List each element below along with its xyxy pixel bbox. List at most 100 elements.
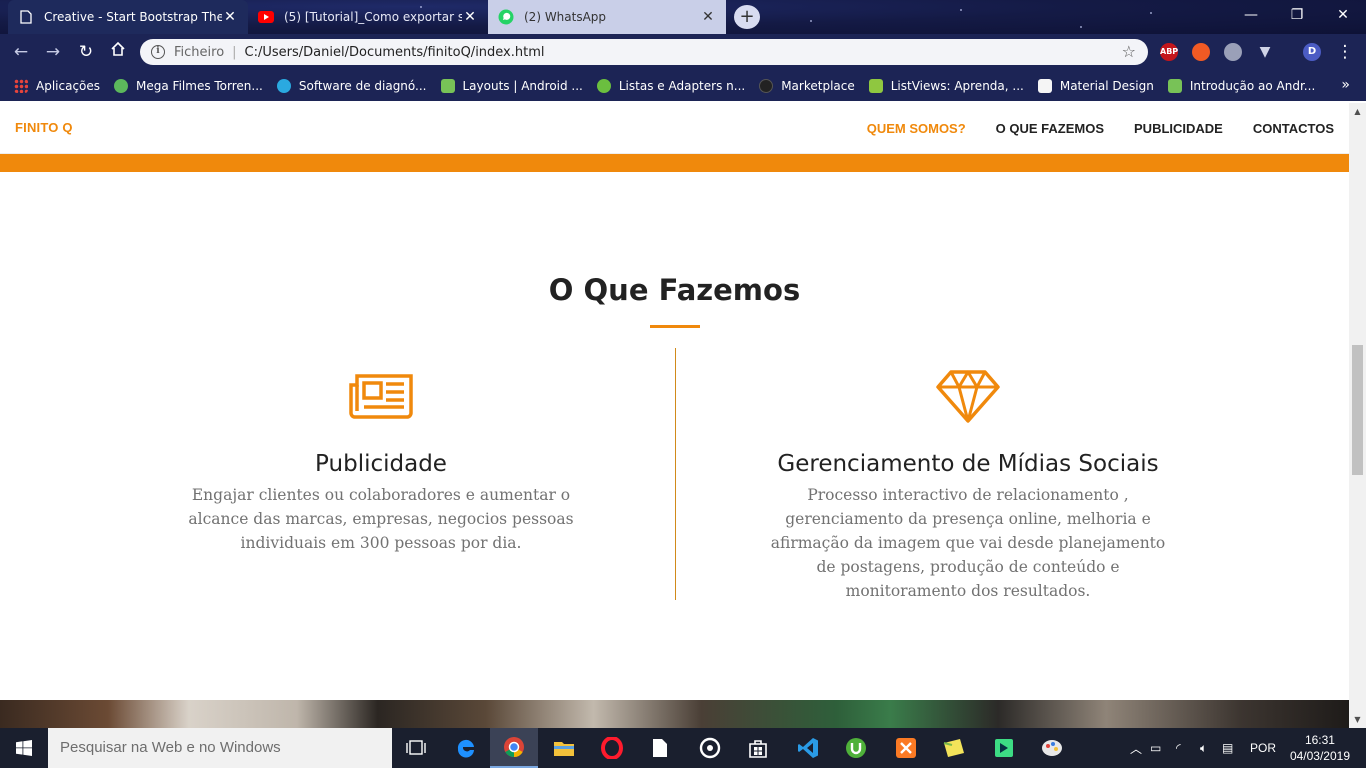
home-button[interactable] [107, 41, 129, 63]
skype-icon[interactable] [1224, 43, 1242, 61]
edge-icon[interactable] [442, 728, 490, 768]
maximize-button[interactable]: ❐ [1274, 0, 1320, 30]
android-icon [1167, 78, 1182, 93]
section-title: O Que Fazemos [548, 273, 801, 307]
newspaper-icon [186, 368, 576, 424]
chrome-icon[interactable] [490, 728, 538, 768]
taskbar-clock[interactable]: 16:31 04/03/2019 [1290, 732, 1350, 764]
address-bar[interactable]: i Ficheiro | C:/Users/Daniel/Documents/f… [140, 39, 1148, 65]
tab-creative[interactable]: Creative - Start Bootstrap Theme ✕ [8, 0, 248, 34]
m-logo-icon [276, 78, 291, 93]
address-url[interactable]: C:/Users/Daniel/Documents/finitoQ/index.… [245, 45, 545, 60]
orange-divider-band [0, 154, 1349, 172]
whatsapp-icon [498, 9, 514, 25]
system-tray: ︿ ▭ ◜ 🔈︎ ▤ POR [1130, 728, 1276, 768]
material-design-icon [1037, 78, 1052, 93]
bookmark-item[interactable]: Material Design [1037, 78, 1154, 93]
tab-whatsapp[interactable]: (2) WhatsApp ✕ [488, 0, 726, 34]
bookmark-item[interactable]: Software de diagnó... [276, 78, 427, 93]
store-icon[interactable] [734, 728, 782, 768]
nav-link-publicidade[interactable]: PUBLICIDADE [1134, 121, 1223, 136]
bookmarks-more-button[interactable]: » [1341, 77, 1350, 93]
minimize-button[interactable]: — [1228, 0, 1274, 30]
site-brand[interactable]: FINITO Q [15, 120, 73, 135]
bookmark-item[interactable]: Listas e Adapters n... [596, 78, 746, 93]
scroll-up-arrow-icon[interactable]: ▲ [1349, 103, 1366, 120]
menu-icon[interactable]: ⋮ [1334, 41, 1356, 63]
task-view-icon[interactable] [392, 728, 440, 768]
scroll-down-arrow-icon[interactable]: ▼ [1349, 711, 1366, 728]
back-button[interactable]: ← [10, 41, 32, 63]
bookmark-label: Aplicações [36, 78, 101, 93]
nav-link-o-que-fazemos[interactable]: O QUE FAZEMOS [996, 121, 1104, 136]
android-studio-icon[interactable] [980, 728, 1028, 768]
show-hidden-icons-chevron-up-icon[interactable]: ︿ [1130, 740, 1150, 757]
taskbar-search-input[interactable]: Pesquisar na Web e no Windows [48, 728, 392, 768]
devmedia-icon [596, 78, 611, 93]
notes-icon[interactable] [930, 728, 978, 768]
apps-grid-icon [14, 78, 28, 93]
scroll-thumb[interactable] [1352, 345, 1363, 475]
browser-toolbar: ← → ↻ i Ficheiro | C:/Users/Daniel/Docum… [0, 34, 1366, 70]
close-icon[interactable]: ✕ [700, 9, 716, 25]
service-title: Gerenciamento de Mídias Sociais [777, 451, 1159, 477]
home-icon [111, 41, 125, 56]
nav-link-quem-somos[interactable]: QUEM SOMOS? [867, 121, 966, 136]
close-window-button[interactable]: ✕ [1320, 0, 1366, 30]
info-icon[interactable]: i [151, 45, 165, 59]
bookmark-item[interactable]: Marketplace [759, 78, 855, 93]
service-midias-sociais: Gerenciamento de Mídias Sociais Processo… [768, 368, 1168, 603]
service-description: Engajar clientes ou colaboradores e aume… [188, 486, 574, 552]
bookmark-item[interactable]: Mega Filmes Torren... [114, 78, 263, 93]
groove-music-icon[interactable] [686, 728, 734, 768]
windows-taskbar: Pesquisar na Web e no Windows ︿ ▭ ◜ 🔈︎ ▤… [0, 728, 1366, 768]
adblock-icon[interactable]: ABP [1160, 43, 1178, 61]
bookmark-label: ListViews: Aprenda, ... [890, 78, 1024, 93]
browser-tab-strip: Creative - Start Bootstrap Theme ✕ (5) [… [0, 0, 1366, 34]
forward-button[interactable]: → [42, 41, 64, 63]
vpn-icon[interactable]: ▼ [1256, 43, 1274, 61]
close-icon[interactable]: ✕ [222, 9, 238, 25]
bookmark-item[interactable]: Introdução ao Andr... [1167, 78, 1315, 93]
paint-icon[interactable] [1028, 728, 1076, 768]
reload-button[interactable]: ↻ [75, 41, 97, 63]
wifi-icon[interactable]: ◜ [1176, 741, 1200, 755]
profile-avatar[interactable]: D [1303, 43, 1321, 61]
site-nav-links: QUEM SOMOS? O QUE FAZEMOS PUBLICIDADE CO… [867, 121, 1334, 136]
language-indicator[interactable]: POR [1250, 741, 1276, 755]
page-scrollbar[interactable]: ▲ ▼ [1349, 103, 1366, 728]
android-icon [440, 78, 455, 93]
action-center-icon[interactable]: ▤ [1222, 741, 1250, 755]
battery-icon[interactable]: ▭ [1150, 741, 1176, 755]
bookmark-label: Listas e Adapters n... [618, 78, 746, 93]
tab-title: Creative - Start Bootstrap Theme [44, 10, 222, 24]
utorrent-icon[interactable] [832, 728, 880, 768]
bookmark-label: Software de diagnó... [298, 78, 427, 93]
bookmark-apps[interactable]: Aplicações [14, 78, 101, 93]
file-explorer-icon[interactable] [540, 728, 588, 768]
column-divider [675, 348, 676, 600]
vscode-icon[interactable] [784, 728, 832, 768]
bookmark-star-icon[interactable]: ☆ [1122, 42, 1136, 61]
tab-youtube[interactable]: (5) [Tutorial]_Como exportar seu ✕ [248, 0, 488, 34]
listviews-icon [868, 78, 883, 93]
close-icon[interactable]: ✕ [462, 9, 478, 25]
service-description: Processo interactivo de relacionamento ,… [770, 486, 1166, 600]
diamond-icon [768, 368, 1168, 424]
windows-logo-icon [16, 740, 32, 756]
xampp-icon[interactable] [882, 728, 930, 768]
site-navbar: FINITO Q QUEM SOMOS? O QUE FAZEMOS PUBLI… [0, 103, 1349, 154]
volume-icon[interactable]: 🔈︎ [1200, 741, 1222, 756]
bookmark-label: Mega Filmes Torren... [136, 78, 263, 93]
nav-link-contactos[interactable]: CONTACTOS [1253, 121, 1334, 136]
document-icon[interactable] [636, 728, 684, 768]
bookmark-item[interactable]: Layouts | Android ... [440, 78, 583, 93]
windows-start-button[interactable] [0, 728, 48, 768]
opera-icon[interactable] [588, 728, 636, 768]
new-tab-button[interactable]: + [734, 5, 760, 29]
page-icon [18, 9, 34, 25]
title-underline [650, 325, 700, 328]
youtube-icon [258, 9, 274, 25]
bookmark-item[interactable]: ListViews: Aprenda, ... [868, 78, 1024, 93]
extension-orange-icon[interactable] [1192, 43, 1210, 61]
